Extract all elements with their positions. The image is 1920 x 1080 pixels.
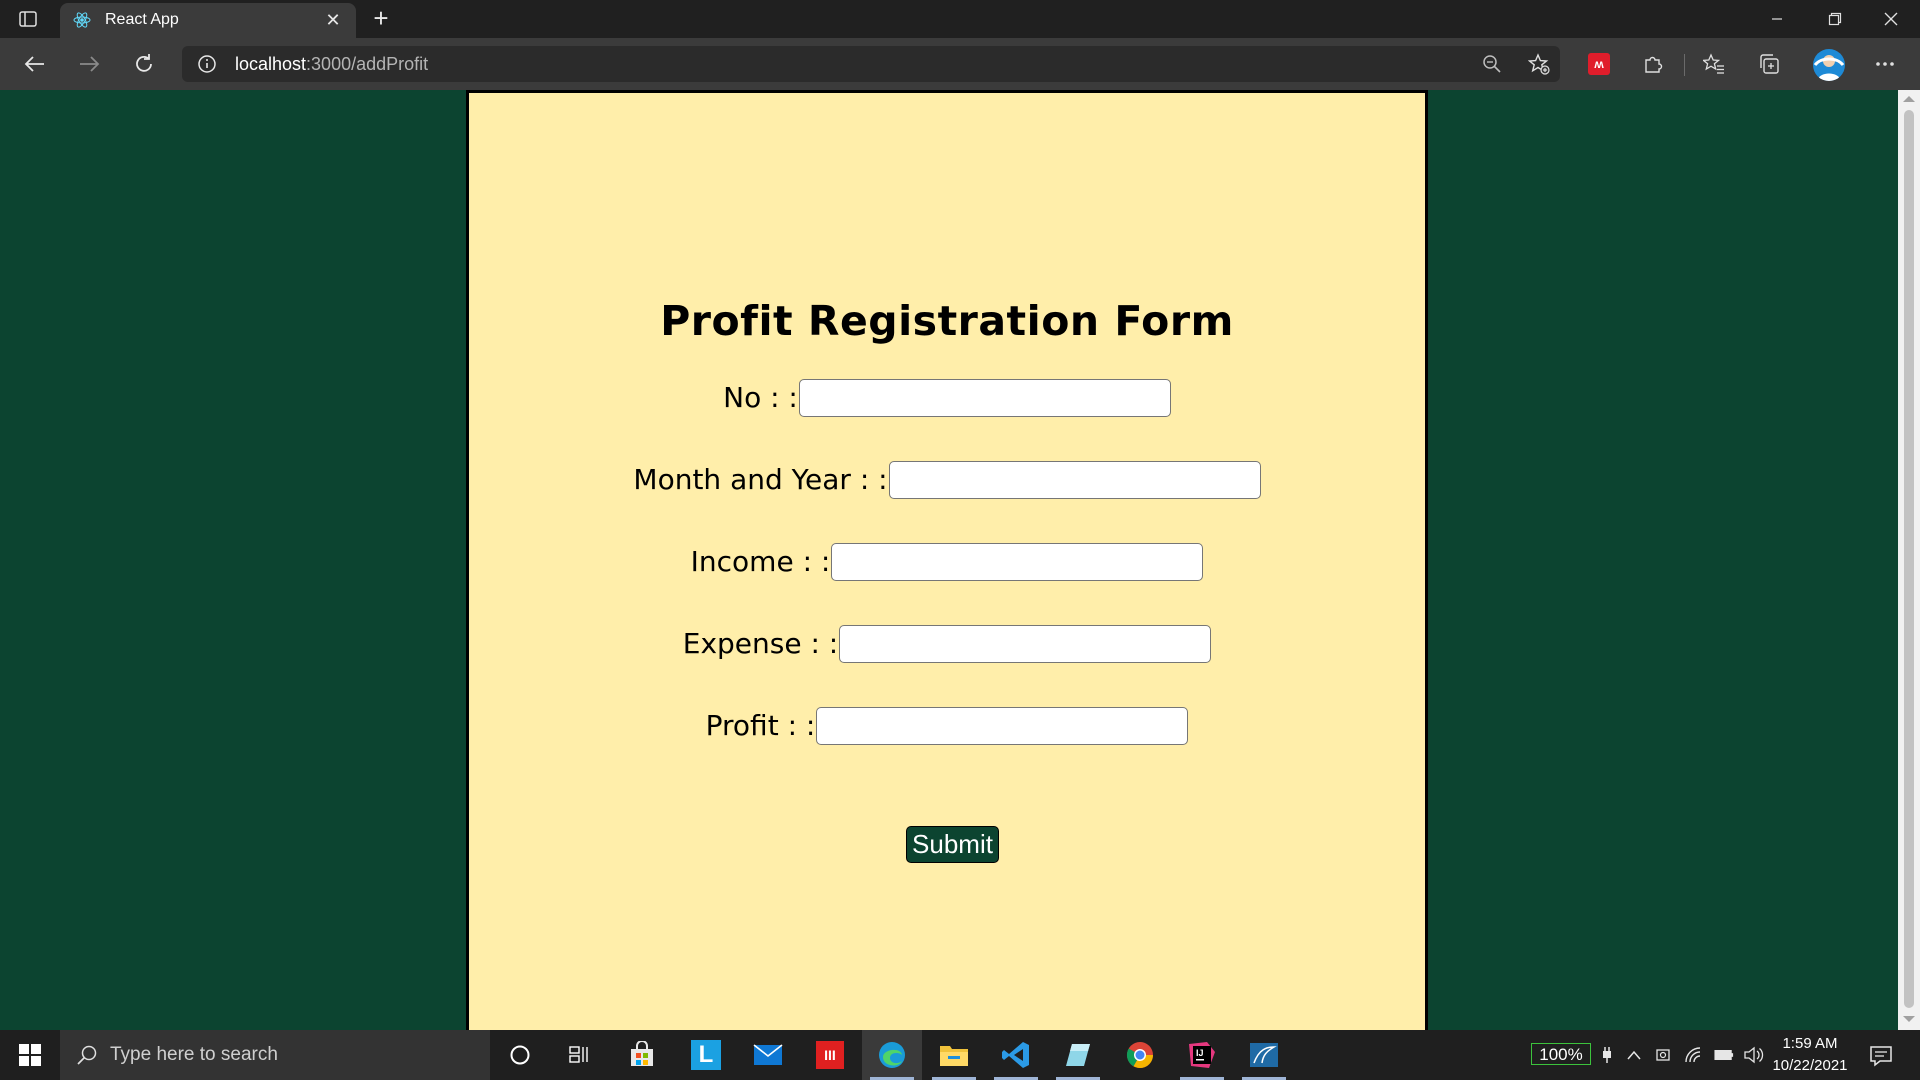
toolbar-divider — [1684, 54, 1685, 76]
profit-label: Profit : : — [705, 709, 816, 742]
form-row-expense: Expense : : — [469, 623, 1425, 663]
restore-icon[interactable] — [1806, 0, 1864, 38]
svg-text:IJ: IJ — [1196, 1048, 1204, 1058]
refresh-icon[interactable] — [127, 47, 161, 81]
sql-app-icon[interactable] — [1234, 1030, 1294, 1080]
form-row-profit: Profit : : — [469, 705, 1425, 745]
tab-actions-icon[interactable] — [16, 8, 40, 30]
profit-registration-form: Profit Registration Form No : : Month an… — [466, 90, 1428, 1030]
add-favorite-icon[interactable] — [1522, 47, 1556, 81]
submit-button[interactable]: Submit — [906, 826, 999, 863]
collections-icon[interactable] — [1752, 47, 1786, 81]
notifications-icon[interactable] — [1868, 1043, 1894, 1069]
vscode-icon[interactable] — [986, 1030, 1046, 1080]
scroll-up-arrow-icon[interactable] — [1903, 96, 1915, 102]
income-label: Income : : — [690, 545, 831, 578]
url-host: localhost — [235, 54, 307, 74]
chrome-icon[interactable] — [1110, 1030, 1170, 1080]
microsoft-store-icon[interactable] — [612, 1030, 672, 1080]
edge-browser-icon[interactable] — [862, 1030, 922, 1080]
form-row-month-year: Month and Year : : — [469, 459, 1425, 499]
back-arrow-icon[interactable] — [18, 47, 52, 81]
chevron-up-icon[interactable] — [1624, 1045, 1644, 1065]
minimize-icon[interactable] — [1748, 0, 1806, 38]
tab-close-icon[interactable]: ✕ — [322, 9, 344, 31]
search-icon — [76, 1044, 98, 1071]
wifi-icon[interactable] — [1684, 1045, 1704, 1065]
browser-tab[interactable]: React App ✕ — [60, 3, 356, 38]
income-input[interactable] — [831, 543, 1204, 581]
notepad-app-icon[interactable] — [1048, 1030, 1108, 1080]
search-placeholder: Type here to search — [110, 1044, 278, 1065]
windows-taskbar: Type here to search L III IJ 100% 1:59 A… — [0, 1030, 1920, 1080]
taskbar-search-box[interactable]: Type here to search — [60, 1030, 490, 1080]
forward-arrow-icon[interactable] — [72, 47, 106, 81]
react-logo-icon — [73, 11, 91, 29]
page-scrollbar[interactable] — [1898, 90, 1920, 1030]
window-close-icon[interactable] — [1862, 0, 1920, 38]
more-options-icon[interactable] — [1868, 47, 1902, 81]
tab-title: React App — [105, 11, 179, 28]
scroll-down-arrow-icon[interactable] — [1903, 1016, 1915, 1022]
url-text[interactable]: localhost:3000/addProfit — [235, 54, 428, 75]
cortana-icon[interactable] — [490, 1030, 550, 1080]
intellij-icon[interactable]: IJ — [1172, 1030, 1232, 1080]
no-label: No : : — [723, 381, 798, 414]
clock-date[interactable]: 10/22/2021 — [1760, 1057, 1860, 1074]
zoom-out-icon[interactable] — [1475, 47, 1509, 81]
url-path: :3000/addProfit — [306, 54, 429, 74]
page-viewport: Profit Registration Form No : : Month an… — [0, 90, 1898, 1030]
browser-titlebar: React App ✕ + — [0, 0, 1920, 38]
scrollbar-thumb[interactable] — [1904, 110, 1914, 1008]
expense-label: Expense : : — [682, 627, 839, 660]
form-row-income: Income : : — [469, 541, 1425, 581]
l-app-icon[interactable]: L — [676, 1030, 736, 1080]
camera-icon[interactable] — [1654, 1045, 1674, 1065]
file-explorer-icon[interactable] — [924, 1030, 984, 1080]
month-year-label: Month and Year : : — [633, 463, 888, 496]
power-plug-icon[interactable] — [1597, 1045, 1617, 1065]
form-row-no: No : : — [469, 377, 1425, 417]
form-title: Profit Registration Form — [660, 297, 1234, 345]
expense-input[interactable] — [839, 625, 1212, 663]
battery-percentage-badge[interactable]: 100% — [1531, 1043, 1591, 1065]
site-info-icon[interactable] — [190, 47, 224, 81]
extension-red-icon[interactable]: ʍ — [1582, 47, 1616, 81]
new-tab-icon[interactable]: + — [368, 5, 394, 32]
month-year-input[interactable] — [888, 461, 1261, 499]
profile-avatar[interactable] — [1813, 49, 1845, 81]
extensions-puzzle-icon[interactable] — [1636, 47, 1670, 81]
task-view-icon[interactable] — [550, 1030, 610, 1080]
mail-icon[interactable] — [738, 1030, 798, 1080]
no-input[interactable] — [798, 379, 1171, 417]
red-app-icon[interactable]: III — [800, 1030, 860, 1080]
profit-input[interactable] — [816, 707, 1189, 745]
windows-start-icon[interactable] — [0, 1030, 60, 1080]
clock-time[interactable]: 1:59 AM — [1760, 1035, 1860, 1052]
favorites-icon[interactable] — [1697, 47, 1731, 81]
battery-icon[interactable] — [1714, 1045, 1734, 1065]
